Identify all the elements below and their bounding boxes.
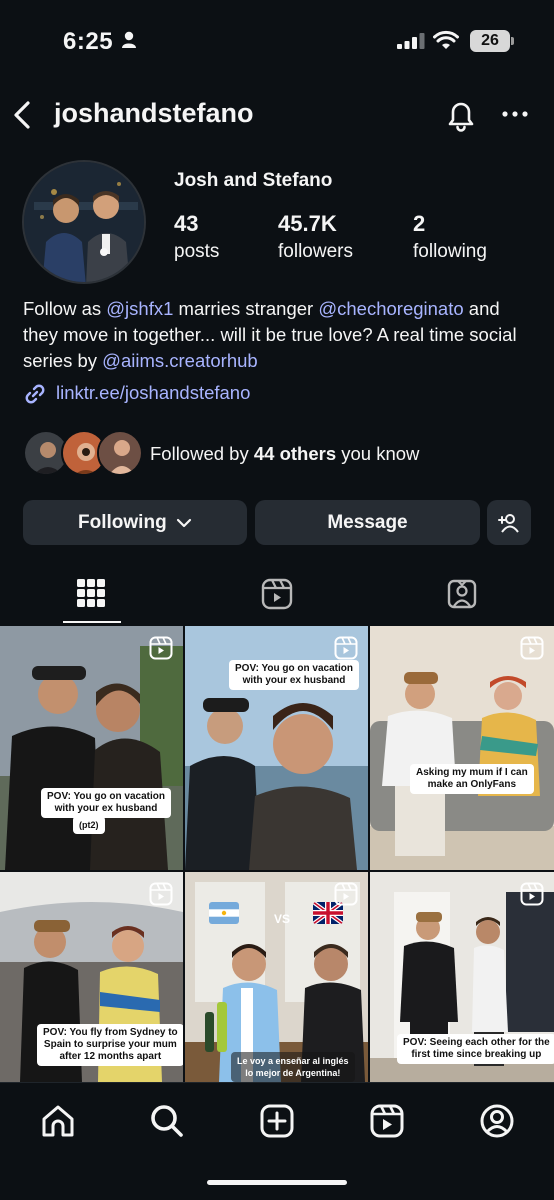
argentina-flag-icon	[209, 902, 239, 924]
create-post-icon[interactable]	[257, 1101, 297, 1141]
post-image	[370, 626, 554, 870]
post-caption: POV: Seeing each other for the first time…	[397, 1034, 554, 1064]
profile-header: joshandstefano	[0, 90, 554, 140]
person-icon	[122, 31, 136, 48]
profile-link-text[interactable]: linktr.ee/joshandstefano	[56, 382, 250, 404]
profile-username: joshandstefano	[54, 98, 254, 128]
post-caption: POV: You go on vacation with your ex husb…	[229, 660, 359, 690]
profile-icon[interactable]	[477, 1101, 517, 1141]
bio-mention-aiims[interactable]: @aiims.creatorhub	[102, 350, 258, 371]
post-thumbnail[interactable]: POV: Seeing each other for the first time…	[370, 872, 554, 1082]
back-arrow-icon[interactable]	[10, 100, 36, 130]
mutual-followers[interactable]: Followed by 44 others you know	[23, 430, 533, 478]
clock: 6:25	[63, 28, 114, 55]
tagged-icon	[447, 579, 477, 609]
following-count[interactable]: 2 following	[413, 211, 487, 265]
profile-tabs	[0, 566, 554, 624]
reels-icon	[261, 578, 293, 610]
following-count-label: following	[413, 241, 487, 262]
add-person-icon	[498, 513, 519, 533]
reel-badge-icon	[334, 882, 358, 906]
wifi-icon	[433, 30, 459, 49]
grid-icon	[77, 579, 105, 607]
following-count-value: 2	[413, 211, 426, 236]
message-button[interactable]: Message	[255, 500, 480, 545]
notification-bell-icon[interactable]	[445, 98, 477, 132]
profile-bio: Follow as @jshfx1 marries stranger @chec…	[23, 296, 538, 374]
post-thumbnail[interactable]: POV: You go on vacation with your ex husb…	[185, 626, 368, 870]
bio-mention-jshfx1[interactable]: @jshfx1	[106, 298, 173, 319]
home-icon[interactable]	[38, 1101, 78, 1141]
mutual-avatar	[97, 430, 143, 476]
followed-by-text: Followed by 44 others you know	[150, 443, 419, 465]
posts-grid: POV: You go on vacation with your ex husb…	[0, 626, 554, 1082]
followed-by-prefix: Followed by	[150, 443, 254, 464]
posts-count-label: posts	[174, 241, 220, 262]
post-caption: Asking my mum if I can make an OnlyFans	[410, 764, 534, 794]
followers-count[interactable]: 45.7K followers	[278, 211, 353, 265]
active-tab-indicator	[63, 621, 121, 623]
post-thumbnail[interactable]: VS Le voy a enseñar al inglés lo mejor de…	[185, 872, 368, 1082]
posts-count[interactable]: 43 posts	[174, 211, 219, 265]
cellular-signal-icon	[397, 33, 425, 49]
more-options-icon[interactable]	[500, 102, 530, 126]
suggested-people-button[interactable]	[487, 500, 531, 545]
battery-tip	[511, 37, 514, 45]
reels-icon[interactable]	[367, 1101, 407, 1141]
followed-by-count: 44 others	[253, 443, 337, 464]
followed-by-suffix: you know	[336, 443, 420, 464]
post-caption: (pt2)	[73, 816, 105, 834]
battery-indicator: 26	[470, 30, 510, 52]
post-thumbnail[interactable]: POV: You go on vacation with your ex husb…	[0, 626, 183, 870]
tab-reels[interactable]	[185, 566, 369, 624]
status-bar: 6:25 26	[0, 0, 554, 80]
reel-badge-icon	[520, 882, 544, 906]
post-caption: Le voy a enseñar al inglés lo mejor de Ar…	[231, 1052, 355, 1082]
reel-badge-icon	[149, 636, 173, 660]
versus-label: VS	[274, 912, 291, 926]
post-thumbnail[interactable]: POV: You fly from Sydney to Spain to surp…	[0, 872, 183, 1082]
bio-text: Follow as	[23, 298, 107, 319]
display-name: Josh and Stefano	[174, 170, 333, 191]
tab-posts-grid[interactable]	[0, 566, 184, 624]
following-button[interactable]: Following	[23, 500, 247, 545]
post-thumbnail[interactable]: Asking my mum if I can make an OnlyFans	[370, 626, 554, 870]
followers-count-value: 45.7K	[278, 211, 337, 236]
reel-badge-icon	[520, 636, 544, 660]
bio-mention-chechoreginato[interactable]: @chechoreginato	[318, 298, 463, 319]
following-button-label: Following	[78, 512, 167, 533]
profile-avatar[interactable]	[22, 160, 146, 284]
post-caption: POV: You fly from Sydney to Spain to surp…	[37, 1024, 183, 1066]
reel-badge-icon	[334, 636, 358, 660]
chevron-down-icon	[176, 518, 192, 528]
bio-text: marries stranger	[173, 298, 319, 319]
home-indicator[interactable]	[207, 1180, 347, 1185]
post-caption: POV: You go on vacation with your ex husb…	[41, 788, 171, 818]
message-button-label: Message	[327, 512, 408, 533]
search-icon[interactable]	[147, 1101, 187, 1141]
avatar-photo	[24, 162, 144, 282]
reel-badge-icon	[149, 882, 173, 906]
tab-tagged[interactable]	[370, 566, 554, 624]
posts-count-value: 43	[174, 211, 199, 236]
followers-count-label: followers	[278, 241, 353, 262]
link-icon	[25, 384, 45, 404]
